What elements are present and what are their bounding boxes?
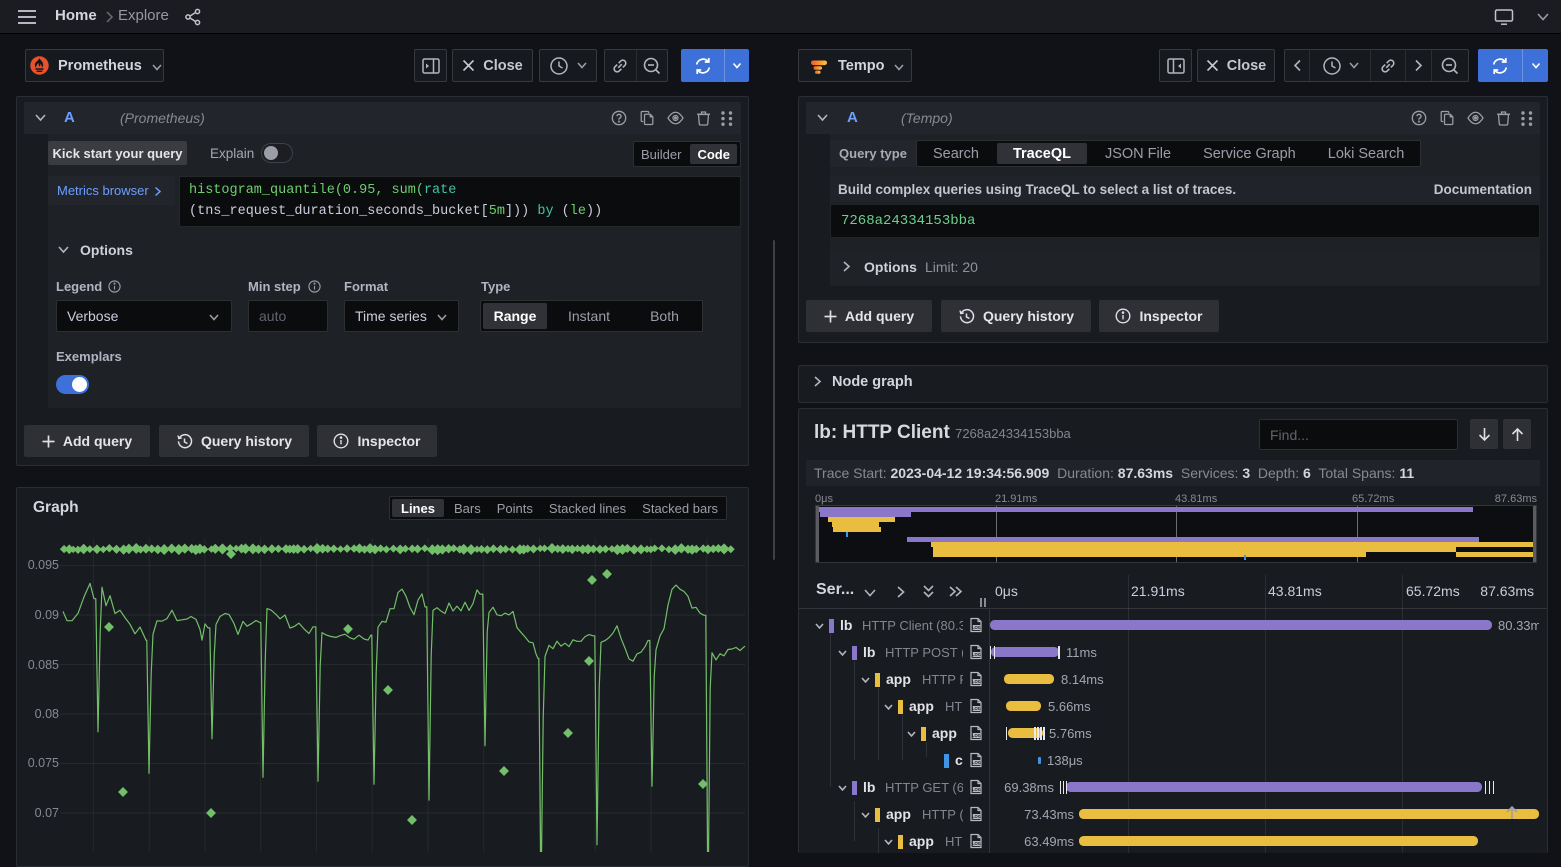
svg-text:LOG: LOG bbox=[972, 760, 981, 765]
svg-text:LOG: LOG bbox=[972, 841, 981, 846]
svg-text:LOG: LOG bbox=[972, 733, 981, 738]
svg-text:LOG: LOG bbox=[972, 625, 981, 630]
svg-text:LOG: LOG bbox=[972, 652, 981, 657]
svg-text:LOG: LOG bbox=[972, 679, 981, 684]
svg-text:LOG: LOG bbox=[972, 814, 981, 819]
svg-text:LOG: LOG bbox=[972, 706, 981, 711]
